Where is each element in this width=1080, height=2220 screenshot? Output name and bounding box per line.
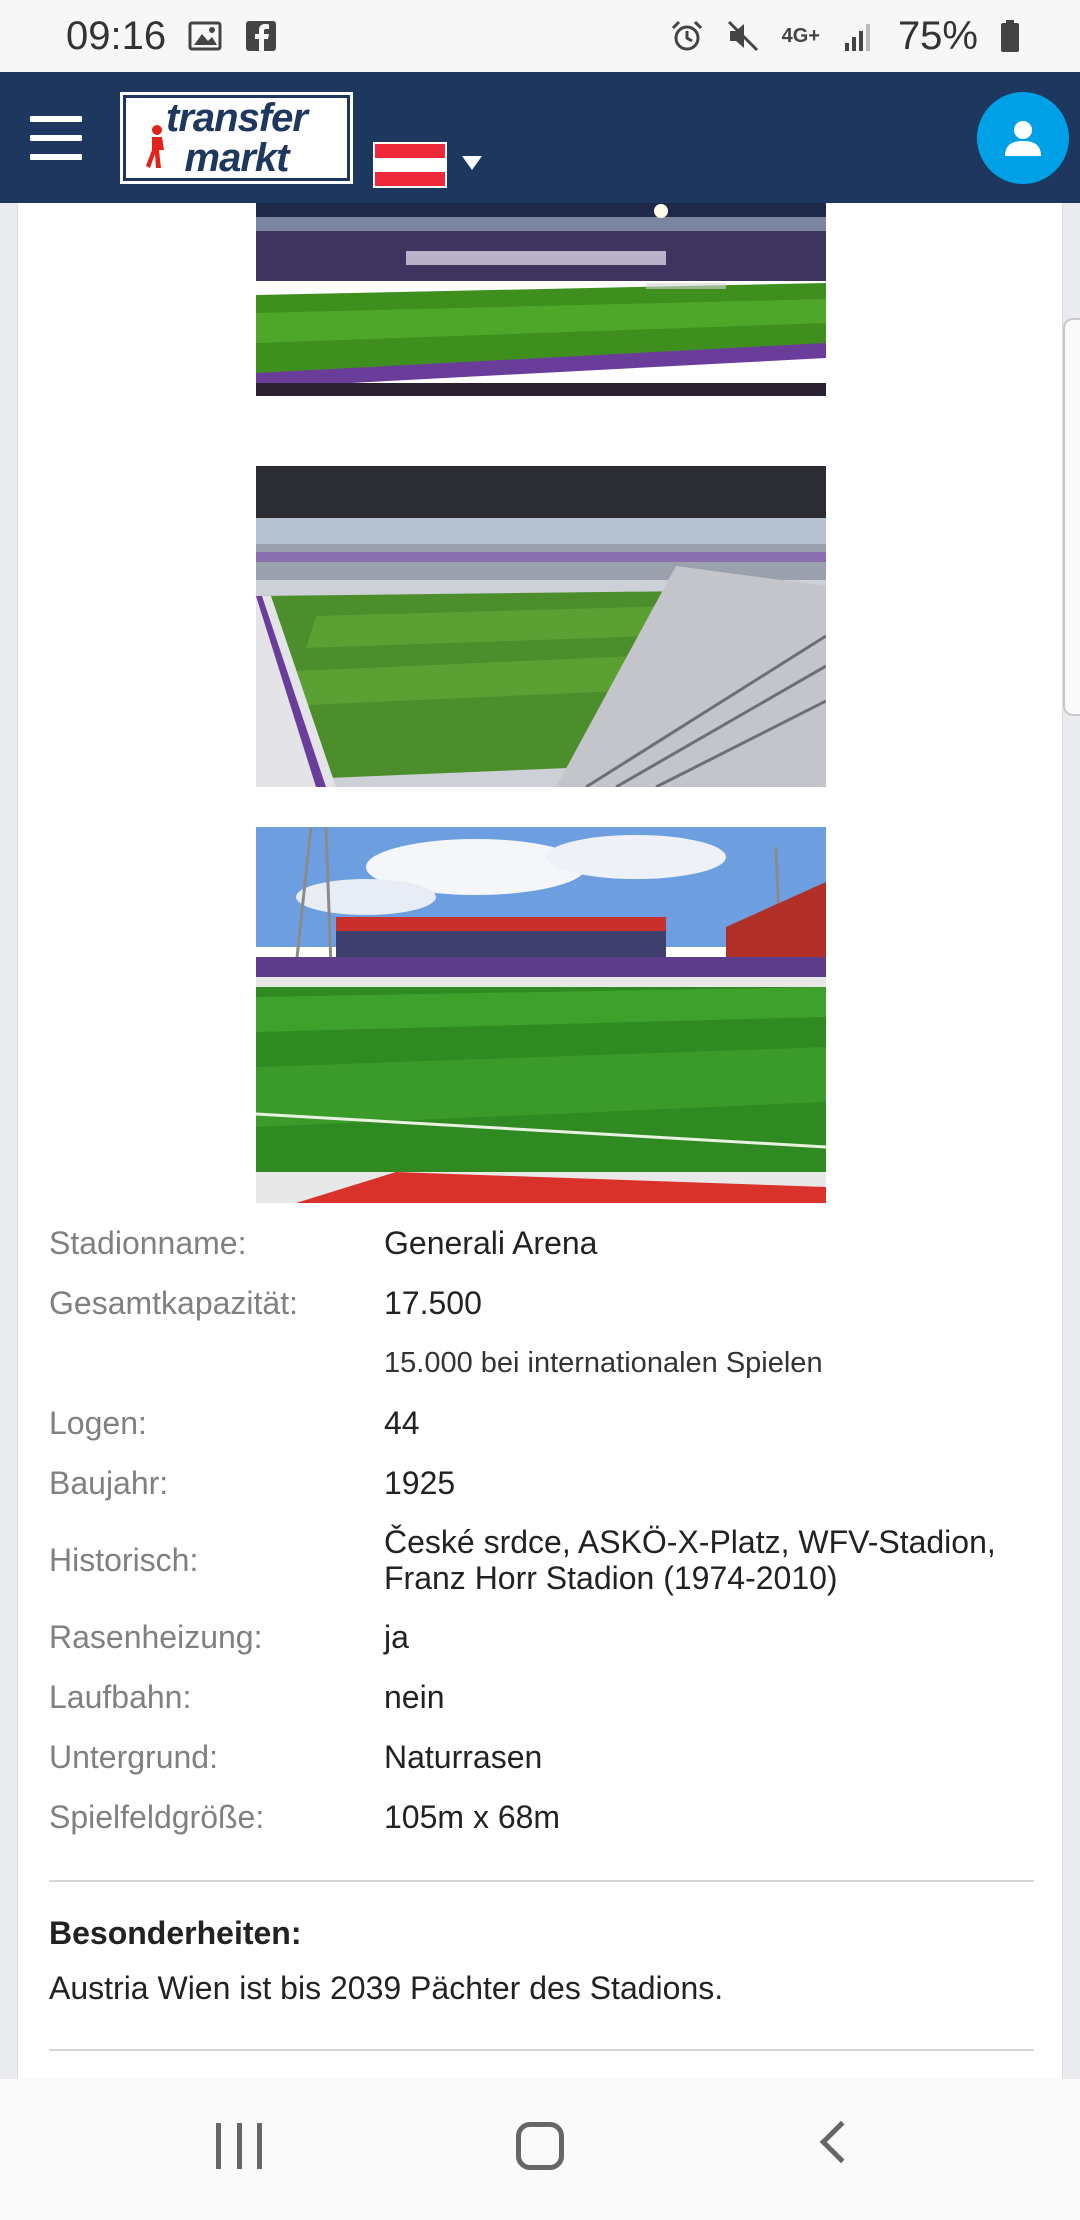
battery-icon bbox=[1001, 20, 1019, 52]
info-label: Stadionname: bbox=[49, 1224, 247, 1261]
system-nav-bar bbox=[0, 2079, 1080, 2220]
logo-text-top: transfer bbox=[166, 96, 308, 140]
info-row-capacity: Gesamtkapazität: 17.500 bbox=[49, 1273, 1049, 1333]
info-label: Logen: bbox=[49, 1404, 147, 1441]
app-header: transfer markt bbox=[0, 72, 1080, 203]
notes-heading: Besonderheiten: bbox=[49, 1915, 302, 1951]
facebook-notification-icon bbox=[246, 21, 277, 51]
info-value: 15.000 bei internationalen Spielen bbox=[384, 1346, 823, 1379]
info-label: Spielfeldgröße: bbox=[49, 1798, 265, 1835]
logo-text-bottom: markt bbox=[184, 136, 290, 180]
info-value: České srdce, ASKÖ-X-Platz, WFV-Stadion, … bbox=[384, 1524, 996, 1596]
signal-icon bbox=[844, 24, 870, 51]
home-icon[interactable] bbox=[516, 2122, 564, 2170]
info-value: Generali Arena bbox=[384, 1224, 598, 1261]
info-value: 17.500 bbox=[384, 1284, 482, 1321]
info-label: Rasenheizung: bbox=[49, 1618, 263, 1655]
historic-names-line2: Franz Horr Stadion (1974-2010) bbox=[384, 1560, 838, 1596]
recent-apps-icon[interactable] bbox=[216, 2123, 262, 2169]
info-value: 105m x 68m bbox=[384, 1798, 561, 1835]
stadium-info-table: Stadionname: Generali Arena Gesamtkapazi… bbox=[49, 1213, 1049, 1847]
mute-icon bbox=[727, 20, 758, 52]
info-value: Naturrasen bbox=[384, 1738, 543, 1775]
info-row-historic: Historisch: České srdce, ASKÖ-X-Platz, W… bbox=[49, 1513, 1049, 1607]
info-row-pitch-size: Spielfeldgröße: 105m x 68m bbox=[49, 1787, 1049, 1847]
logo-player-icon bbox=[146, 125, 164, 168]
stadium-content: Stadionname: Generali Arena Gesamtkapazi… bbox=[17, 203, 1063, 2079]
info-value: nein bbox=[384, 1678, 445, 1715]
status-bar: 09:16 4G+ 75% bbox=[0, 0, 1080, 72]
section-divider bbox=[49, 2049, 1034, 2051]
stadium-photo-2 bbox=[256, 466, 826, 787]
info-label: Gesamtkapazität: bbox=[49, 1284, 298, 1321]
alarm-icon bbox=[671, 20, 702, 51]
battery-percent: 75% bbox=[897, 13, 978, 58]
section-divider bbox=[49, 1880, 1034, 1882]
stadium-photo-3 bbox=[256, 827, 826, 1203]
network-type: 4G+ bbox=[781, 24, 820, 47]
user-account-button[interactable] bbox=[977, 92, 1069, 184]
austria-flag-icon[interactable] bbox=[373, 142, 447, 188]
info-label: Untergrund: bbox=[49, 1738, 218, 1775]
info-row-surface: Untergrund: Naturrasen bbox=[49, 1727, 1049, 1787]
info-label: Baujahr: bbox=[49, 1464, 169, 1501]
info-row-boxes: Logen: 44 bbox=[49, 1393, 1049, 1453]
notes-text: Austria Wien ist bis 2039 Pächter des St… bbox=[49, 1970, 724, 2006]
info-row-capacity-international: 15.000 bei internationalen Spielen bbox=[49, 1333, 1049, 1393]
user-icon bbox=[1005, 121, 1041, 156]
back-icon[interactable] bbox=[819, 2120, 863, 2164]
scroll-indicator[interactable] bbox=[1063, 318, 1080, 716]
gallery-notification-icon bbox=[188, 21, 222, 51]
info-row-heating: Rasenheizung: ja bbox=[49, 1607, 1049, 1667]
info-row-built: Baujahr: 1925 bbox=[49, 1453, 1049, 1513]
info-label: Historisch: bbox=[49, 1541, 199, 1578]
stadium-photo-1 bbox=[256, 203, 826, 396]
transfermarkt-logo[interactable]: transfer markt bbox=[118, 90, 355, 186]
info-value: ja bbox=[384, 1618, 409, 1655]
menu-icon[interactable] bbox=[30, 116, 82, 160]
info-row-name: Stadionname: Generali Arena bbox=[49, 1213, 1049, 1273]
info-value: 1925 bbox=[384, 1464, 456, 1501]
info-row-track: Laufbahn: nein bbox=[49, 1667, 1049, 1727]
historic-names-line1: České srdce, ASKÖ-X-Platz, WFV-Stadion, bbox=[384, 1524, 996, 1560]
chevron-down-icon[interactable] bbox=[462, 156, 482, 170]
status-time: 09:16 bbox=[66, 13, 167, 58]
info-value: 44 bbox=[384, 1404, 420, 1441]
info-label: Laufbahn: bbox=[49, 1678, 192, 1715]
